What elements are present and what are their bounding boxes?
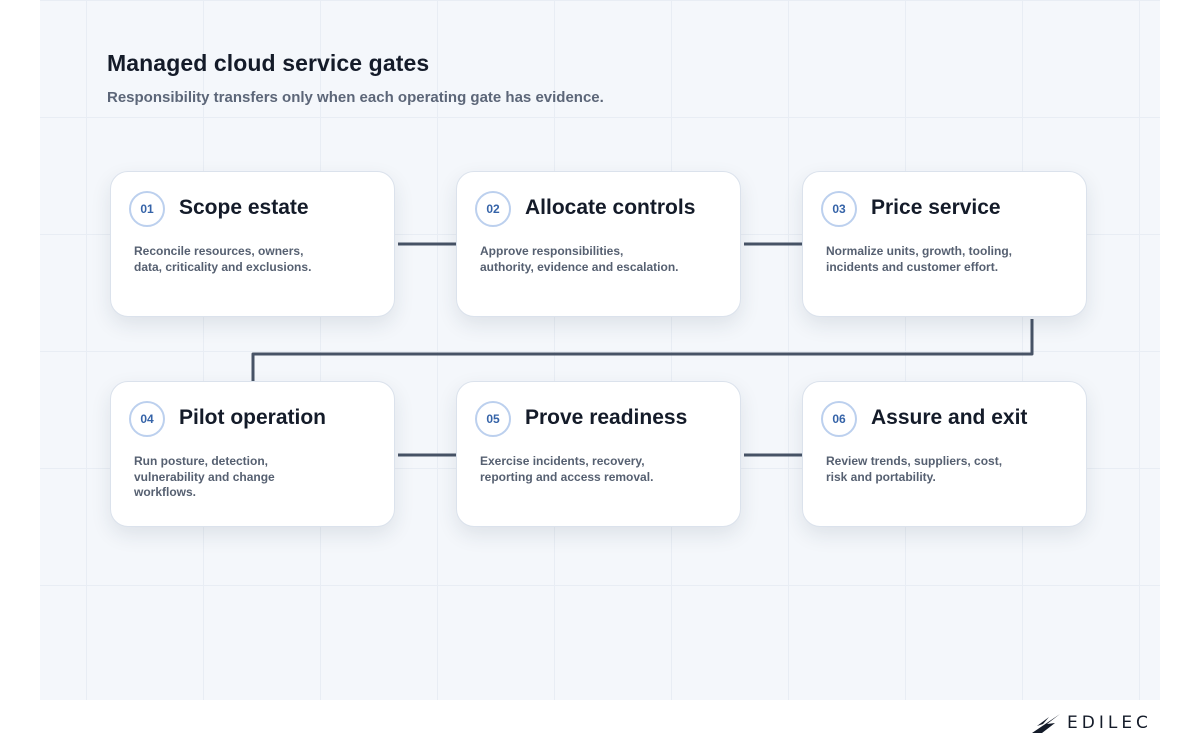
- step-title: Prove readiness: [525, 406, 688, 429]
- step-title: Price service: [871, 196, 1001, 219]
- connector-03-04: [251, 319, 1034, 381]
- step-title: Pilot operation: [179, 406, 326, 429]
- step-number-badge: 01: [129, 191, 165, 227]
- step-card-allocate-controls: 02 Allocate controls Approve responsibil…: [456, 171, 741, 317]
- flow-connectors: [251, 242, 1034, 457]
- step-description: Normalize units, growth, tooling, incide…: [826, 244, 1012, 274]
- step-number-badge: 05: [475, 401, 511, 437]
- brand-logo: EDILEC: [1031, 710, 1152, 736]
- step-description: Review trends, suppliers, cost, risk and…: [826, 454, 1003, 484]
- step-number-badge: 02: [475, 191, 511, 227]
- step-description: Reconcile resources, owners, data, criti…: [134, 244, 312, 274]
- step-number-badge: 06: [821, 401, 857, 437]
- step-description: Run posture, detection, vulnerability an…: [134, 454, 275, 499]
- step-title: Allocate controls: [525, 196, 696, 219]
- bird-icon: [1032, 714, 1060, 733]
- brand-name: EDILEC: [1067, 713, 1152, 733]
- step-card-pilot-operation: 04 Pilot operation Run posture, detectio…: [110, 381, 395, 527]
- step-card-assure-and-exit: 06 Assure and exit Review trends, suppli…: [802, 381, 1087, 527]
- step-card-prove-readiness: 05 Prove readiness Exercise incidents, r…: [456, 381, 741, 527]
- step-description: Approve responsibilities, authority, evi…: [480, 244, 679, 274]
- step-card-scope-estate: 01 Scope estate Reconcile resources, own…: [110, 171, 395, 317]
- step-title: Assure and exit: [871, 406, 1028, 429]
- step-card-price-service: 03 Price service Normalize units, growth…: [802, 171, 1087, 317]
- step-number-badge: 04: [129, 401, 165, 437]
- step-description: Exercise incidents, recovery, reporting …: [480, 454, 654, 484]
- step-title: Scope estate: [179, 196, 309, 219]
- step-number-badge: 03: [821, 191, 857, 227]
